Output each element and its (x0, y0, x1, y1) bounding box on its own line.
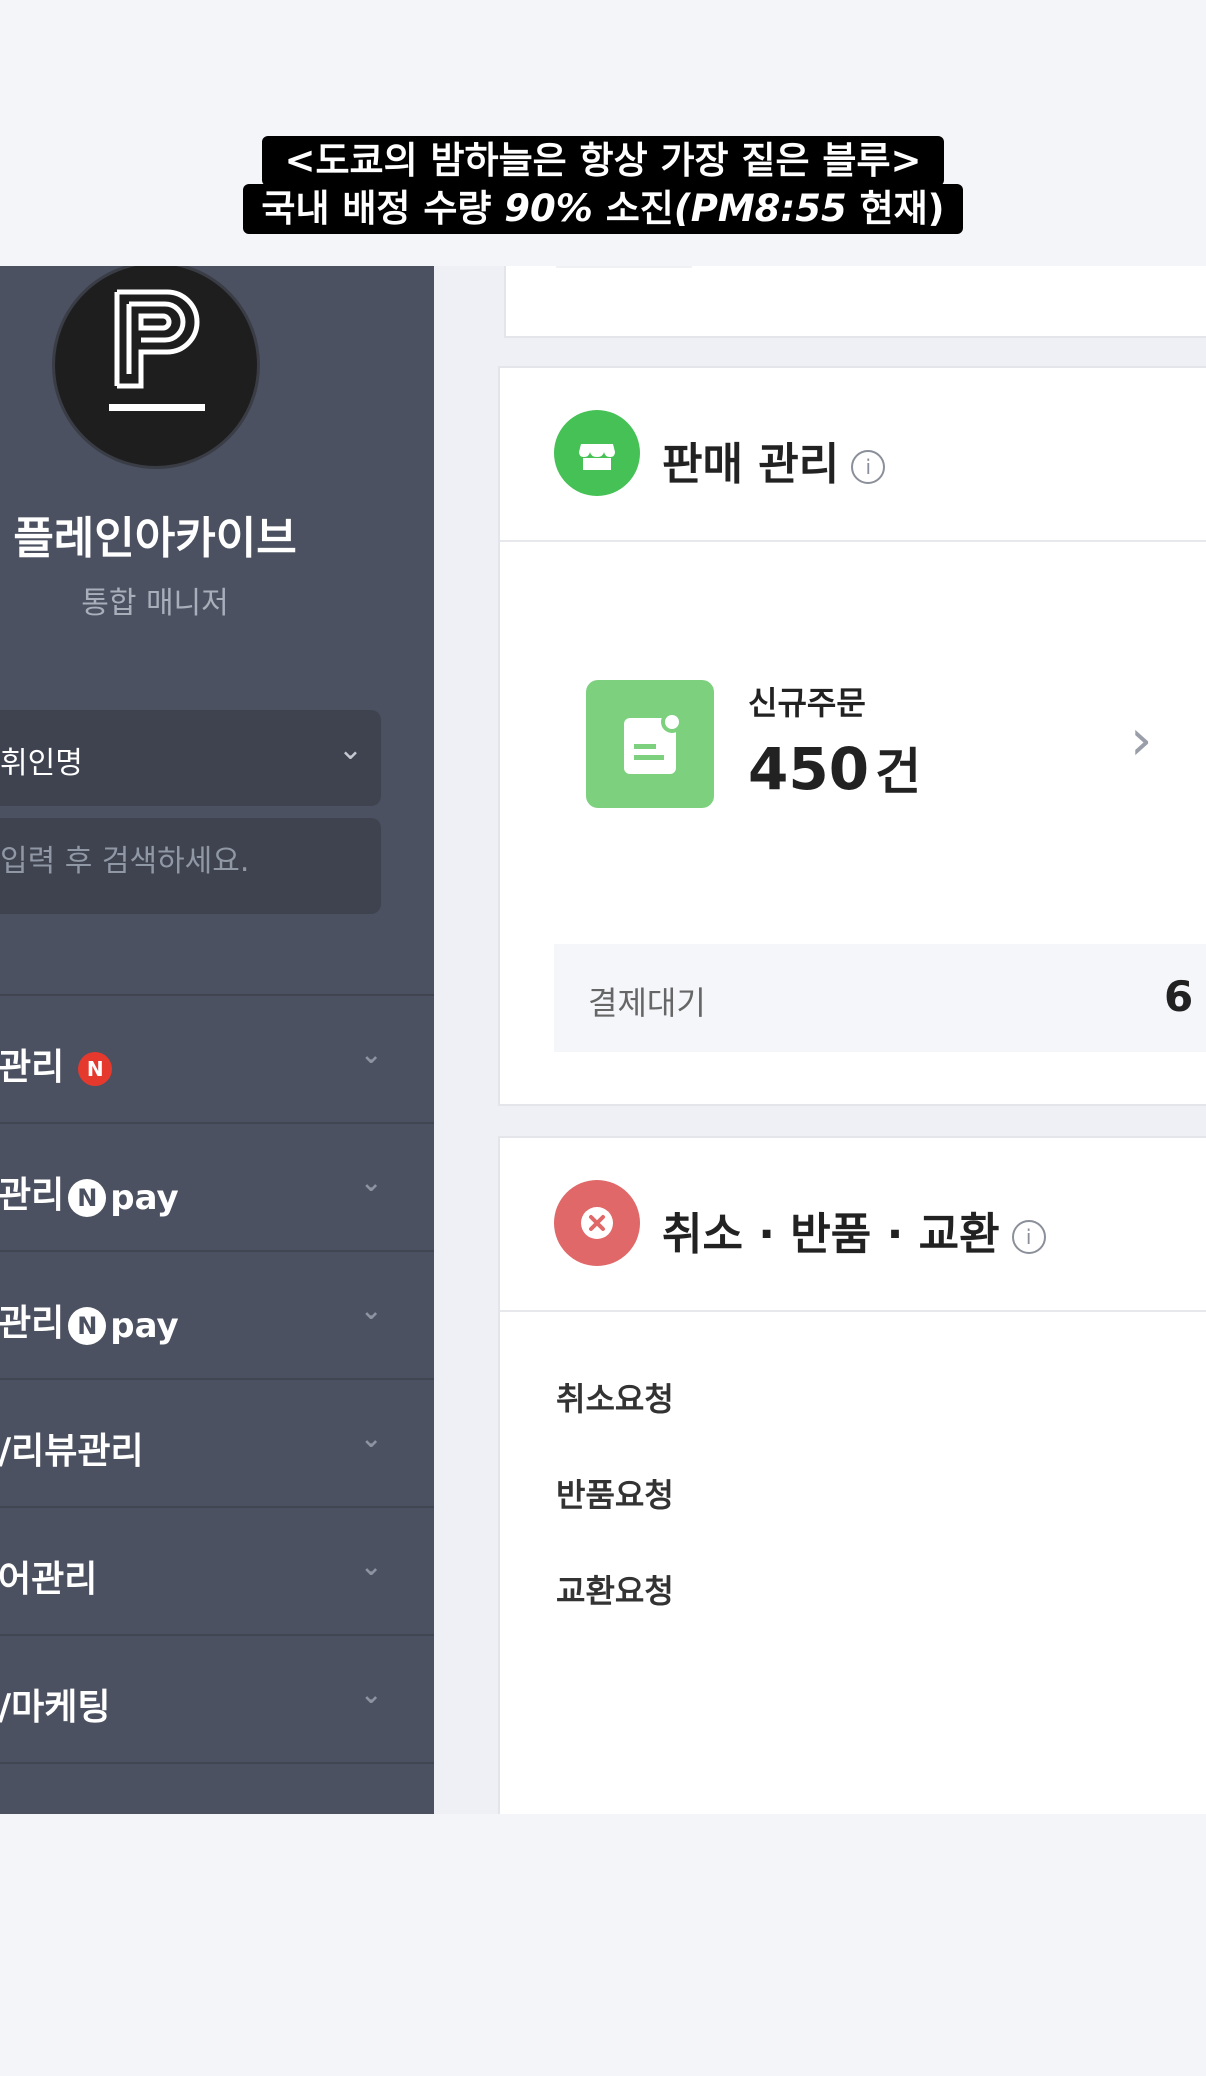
new-order-count[interactable]: 450 건 (748, 732, 921, 804)
search-field[interactable] (0, 818, 381, 914)
chevron-down-icon: ⌄ (360, 1040, 382, 1070)
store-name: 플레인아카이브 (13, 513, 297, 564)
caption-time: (PM8:55 (673, 187, 847, 230)
store-logo[interactable] (52, 266, 260, 469)
card-header: 취소 · 반품 · 교환 i (500, 1138, 1206, 1312)
cancel-return-exchange-card: 취소 · 반품 · 교환 i 취소요청 반품요청 교환요청 (498, 1136, 1206, 1814)
npay-text: pay (110, 1306, 179, 1346)
card-title: 취소 · 반품 · 교환 i (662, 1198, 1046, 1262)
sidebar-item-2[interactable]: 관리 Npay ⌄ (0, 1124, 434, 1252)
sidebar-item-label: 관리 (0, 1303, 65, 1344)
sidebar-item-1[interactable]: 관리 N ⌄ (0, 996, 434, 1124)
new-order-number: 450 (748, 735, 870, 803)
sidebar-item-3[interactable]: 관리 Npay ⌄ (0, 1252, 434, 1380)
search-type-select[interactable]: 휘인명 ⌄ (0, 710, 381, 806)
new-order-unit: 건 (875, 743, 922, 801)
return-request-item[interactable]: 반품요청 (556, 1470, 674, 1566)
caption-percent: 90% (504, 187, 593, 230)
sidebar-menu: 관리 N ⌄ 관리 Npay ⌄ 관리 Npay ⌄ /리뷰관리 ⌄ 어관리 ⌄ /마… (0, 996, 434, 1764)
chevron-down-icon: ⌄ (337, 732, 363, 767)
new-order-label: 신규주문 (748, 684, 866, 722)
npay-logo: Npay (68, 1304, 179, 1346)
card-title-text: 취소 · 반품 · 교환 (662, 1209, 1000, 1260)
sidebar-item-6[interactable]: /마케팅 ⌄ (0, 1636, 434, 1764)
sidebar: 플레인아카이브 통합 매니저 휘인명 ⌄ 관리N ⌄ 관리Npay ⌄ 관리Np… (0, 266, 434, 1814)
caption-text: 현재) (846, 187, 945, 230)
sidebar-item-label: 관리 (0, 1047, 65, 1088)
chevron-down-icon: ⌄ (360, 1296, 382, 1326)
card-title-text: 판매 관리 (662, 439, 840, 490)
npay-n-icon: N (68, 1307, 107, 1345)
caption-line-2: 국내 배정 수량 90% 소진(PM8:55 현재) (243, 184, 963, 234)
video-caption: <도쿄의 밤하늘은 항상 가장 짙은 블루> 국내 배정 수량 90% 소진(P… (0, 136, 1206, 234)
store-icon (554, 410, 640, 496)
card-title: 판매 관리 i (662, 428, 886, 492)
pending-payment-label: 결제대기 (588, 984, 706, 1022)
caption-text: 국내 배정 수량 (261, 187, 505, 230)
sales-management-card: 판매 관리 i 신규주문 450 건 › 결제대기 6 (498, 366, 1206, 1106)
admin-screenshot: 플레인아카이브 통합 매니저 휘인명 ⌄ 관리N ⌄ 관리Npay ⌄ 관리Np… (0, 266, 1206, 1814)
pending-payment-count: 6 (1164, 972, 1194, 1021)
cancel-request-item[interactable]: 취소요청 (556, 1374, 674, 1470)
info-icon[interactable]: i (851, 450, 886, 484)
npay-logo: Npay (68, 1176, 179, 1218)
store-role: 통합 매니저 (81, 586, 229, 621)
sidebar-item-label: 관리 (0, 1175, 65, 1216)
caption-line-1: <도쿄의 밤하늘은 항상 가장 짙은 블루> (262, 136, 944, 186)
info-icon[interactable]: i (1011, 1220, 1046, 1254)
p-logo-icon (109, 289, 205, 411)
chevron-down-icon: ⌄ (360, 1424, 382, 1454)
chevron-down-icon: ⌄ (360, 1680, 382, 1710)
npay-text: pay (110, 1178, 179, 1218)
document-icon (586, 680, 714, 808)
npay-n-icon: N (68, 1179, 107, 1217)
chevron-down-icon: ⌄ (360, 1552, 382, 1582)
request-list: 취소요청 반품요청 교환요청 (556, 1374, 674, 1662)
sidebar-item-4[interactable]: /리뷰관리 ⌄ (0, 1380, 434, 1508)
search-input[interactable] (0, 844, 360, 879)
sidebar-item-label: 어관리 (0, 1559, 98, 1600)
chevron-right-icon[interactable]: › (1130, 708, 1152, 773)
previous-card (504, 266, 1206, 338)
new-badge: N (78, 1052, 113, 1086)
placeholder-block (556, 266, 692, 268)
chevron-down-icon: ⌄ (360, 1168, 382, 1198)
sidebar-item-5[interactable]: 어관리 ⌄ (0, 1508, 434, 1636)
caption-text: 소진 (592, 187, 674, 230)
pending-payment-row[interactable]: 결제대기 6 (554, 944, 1206, 1052)
sidebar-item-label: /마케팅 (0, 1687, 111, 1728)
exchange-request-item[interactable]: 교환요청 (556, 1566, 674, 1662)
card-header: 판매 관리 i (500, 368, 1206, 542)
x-circle-icon (554, 1180, 640, 1266)
sidebar-item-label: /리뷰관리 (0, 1431, 144, 1472)
select-value: 휘인명 (0, 746, 83, 781)
